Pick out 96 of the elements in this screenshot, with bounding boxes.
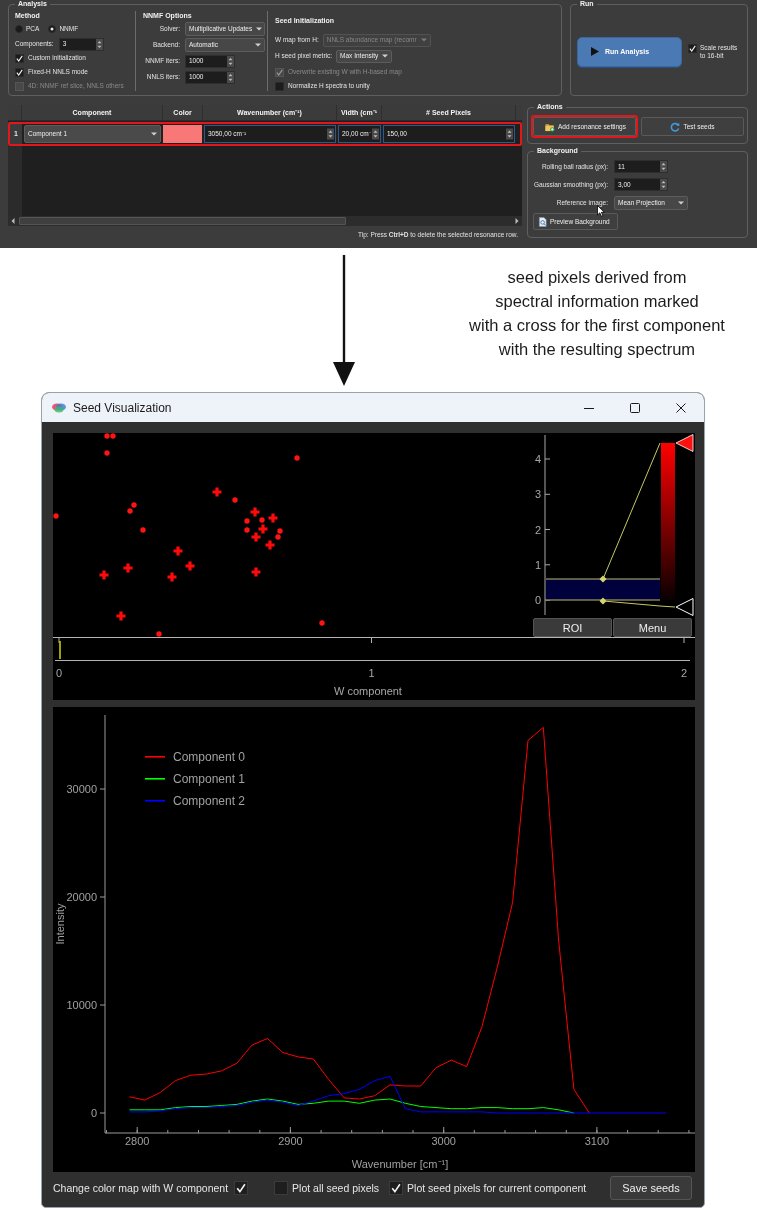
mouse-cursor-icon	[597, 205, 605, 217]
bright-spot	[294, 455, 300, 461]
gradient-bar[interactable]	[661, 443, 675, 600]
x-axis-label: Wavenumber [cm⁻¹]	[351, 1158, 449, 1170]
checkbox-label[interactable]: Plot seed pixels for current component	[407, 1182, 587, 1194]
cross-marker	[251, 567, 261, 577]
axis-tick-label: 0	[534, 594, 541, 606]
axis-tick-label: 1	[534, 558, 541, 571]
play-icon	[591, 47, 599, 56]
check-icon	[689, 44, 696, 52]
check-icon	[391, 1183, 402, 1193]
refresh-icon	[670, 121, 681, 132]
legend-label: Component 0	[173, 750, 246, 764]
checkbox-label[interactable]: Change color map with W component	[53, 1182, 229, 1194]
axis-tick-label: 2	[534, 523, 541, 536]
cross-marker	[251, 532, 261, 542]
cross-marker	[265, 540, 275, 550]
spin-arrows-icon[interactable]	[506, 126, 513, 142]
position-marker[interactable]	[59, 641, 61, 659]
checkbox[interactable]	[688, 43, 697, 53]
legend-label: Component 1	[173, 772, 246, 786]
cross-marker	[99, 570, 109, 580]
cross-marker	[173, 546, 183, 556]
histogram-button[interactable]: Menu	[613, 618, 692, 637]
bright-spot	[232, 497, 238, 503]
bright-spot	[140, 527, 146, 533]
document-search-icon	[538, 216, 548, 227]
caption-text: seed pixels derived from spectral information marked with a cross for the first component with the resulting spectrum	[468, 267, 726, 360]
level-region[interactable]	[545, 575, 661, 605]
save-seeds-button[interactable]: Save seeds	[610, 1176, 692, 1200]
cross-marker	[258, 524, 268, 534]
y-tick-label: 10000	[66, 999, 97, 1011]
checkbox[interactable]	[389, 1181, 404, 1195]
checkbox-label[interactable]: Plot all seed pixels	[292, 1182, 380, 1194]
spin-arrows-icon[interactable]	[660, 161, 667, 172]
checkbox[interactable]	[15, 67, 24, 77]
check-icon	[236, 1183, 247, 1193]
spin-arrows-icon[interactable]	[227, 55, 234, 67]
window-title: Seed Visualization	[73, 400, 172, 415]
caret-icon	[151, 132, 157, 136]
caret-icon	[256, 27, 263, 31]
bright-spot	[319, 620, 325, 626]
spin-arrows-icon[interactable]	[372, 126, 379, 142]
axis-tick-label: 0	[55, 667, 63, 679]
radio-button[interactable]	[48, 24, 57, 33]
scrollbar-thumb[interactable]	[19, 217, 346, 225]
axis-tick-label: 2	[680, 667, 688, 679]
maximize-icon[interactable]	[630, 402, 640, 413]
x-tick-label: 3000	[431, 1135, 456, 1147]
y-tick-label: 20000	[66, 891, 97, 903]
scrollbar[interactable]	[8, 216, 522, 226]
cross-marker	[268, 513, 278, 523]
checkbox[interactable]	[234, 1181, 249, 1195]
cross-marker	[212, 487, 222, 497]
checkbox[interactable]	[15, 53, 24, 63]
bright-spot	[104, 450, 110, 456]
axis-tick-label: 3	[534, 488, 541, 501]
radio-button[interactable]	[15, 24, 23, 33]
axis-tick-label: 1	[368, 667, 375, 679]
spin-arrows-icon[interactable]	[227, 71, 234, 83]
checkbox[interactable]	[274, 1181, 289, 1195]
caret-icon	[382, 54, 389, 59]
scroll-right-icon[interactable]	[514, 217, 520, 225]
bright-spot	[53, 513, 59, 519]
folder-add-icon	[545, 121, 555, 132]
checkbox[interactable]	[275, 81, 284, 91]
cross-marker	[185, 561, 195, 571]
caret-icon	[420, 38, 427, 43]
bright-spot	[156, 631, 162, 637]
min-level-handle-icon[interactable]	[675, 598, 694, 616]
cross-marker	[167, 572, 177, 582]
histogram-button[interactable]: ROI	[533, 618, 612, 637]
app-icon	[51, 401, 67, 414]
scroll-left-icon[interactable]	[10, 217, 16, 225]
caret-icon	[255, 43, 261, 47]
cross-marker	[123, 563, 133, 573]
x-tick-label: 2800	[124, 1135, 150, 1147]
y-tick-label: 30000	[66, 783, 97, 795]
y-tick-label: 0	[90, 1107, 97, 1119]
caret-icon	[678, 200, 684, 205]
axis-label: W component	[334, 685, 402, 697]
legend-label: Component 2	[173, 794, 246, 808]
axis-tick-label: 4	[534, 453, 541, 465]
cross-marker	[250, 507, 260, 517]
y-axis-label: Intensity	[54, 903, 66, 945]
swatch-icon[interactable]	[163, 125, 202, 143]
bright-spot	[259, 517, 265, 523]
x-tick-label: 3100	[584, 1135, 610, 1147]
x-tick-label: 2900	[278, 1135, 303, 1147]
close-icon[interactable]	[676, 402, 686, 413]
spin-arrows-icon[interactable]	[660, 179, 667, 190]
cross-marker	[116, 611, 126, 621]
max-level-handle-icon[interactable]	[675, 434, 694, 452]
spin-arrows-icon[interactable]	[95, 38, 103, 50]
spin-arrows-icon[interactable]	[327, 126, 334, 142]
check-icon	[276, 68, 283, 76]
